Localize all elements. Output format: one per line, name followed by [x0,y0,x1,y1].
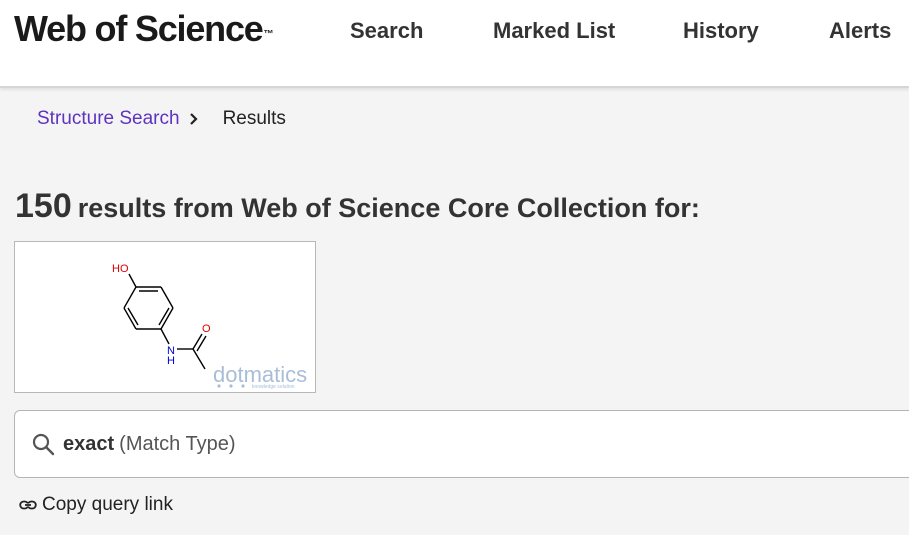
top-navigation-bar: Web of Science™ Search Marked List Histo… [0,0,909,88]
query-summary-box[interactable]: exact (Match Type) [14,410,909,478]
nav-history[interactable]: History [683,16,759,46]
breadcrumb: Structure Search Results [37,106,286,132]
breadcrumb-current: Results [222,108,286,129]
carbonyl-oxygen-label: O [202,323,211,335]
chevron-right-icon [189,113,198,125]
chemical-structure-image[interactable]: HO O N H dotmatics knowledge solution [14,241,316,393]
nav-alerts[interactable]: Alerts [829,16,891,46]
query-text: exact (Match Type) [63,433,236,456]
query-value: exact [63,432,115,455]
watermark-tagline: knowledge solution [252,384,295,390]
web-of-science-logo[interactable]: Web of Science™ [14,6,274,52]
acetaminophen-structure-drawing: HO O N H dotmatics knowledge solution [112,263,307,390]
query-match-type: (Match Type) [119,432,236,455]
results-heading: 150 results from Web of Science Core Coll… [15,186,700,233]
copy-query-link-button[interactable]: Copy query link [19,494,173,516]
logo-text: Web of Science [14,8,264,49]
results-count: 150 [15,187,72,225]
nav-marked-list[interactable]: Marked List [493,16,615,46]
hydroxyl-label: HO [112,263,129,275]
search-icon [32,433,55,456]
nav-search[interactable]: Search [350,16,423,46]
amide-hydrogen-label: H [167,355,175,367]
results-description: results from Web of Science Core Collect… [77,193,700,223]
link-icon [19,500,37,510]
copy-query-link-label: Copy query link [42,494,173,515]
trademark-symbol: ™ [263,29,274,40]
breadcrumb-structure-search-link[interactable]: Structure Search [37,108,180,130]
